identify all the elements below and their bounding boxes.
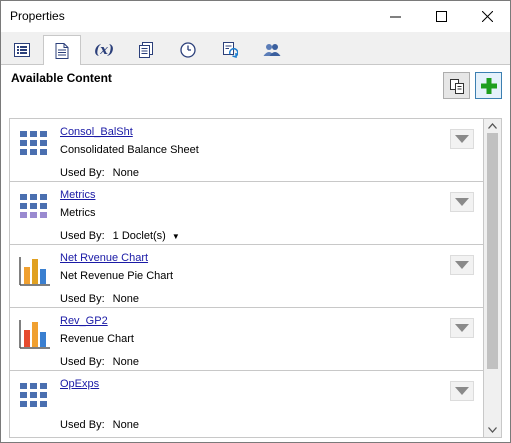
triangle-down-icon xyxy=(455,261,469,269)
maximize-button[interactable] xyxy=(418,1,464,32)
users-icon xyxy=(263,44,281,56)
content-description: Revenue Chart xyxy=(60,333,134,345)
item-menu-button[interactable] xyxy=(450,381,474,401)
used-by-label: Used By: xyxy=(60,356,105,368)
tab-report-pages[interactable] xyxy=(127,35,165,65)
add-content-button[interactable] xyxy=(475,72,502,99)
tab-schedule[interactable] xyxy=(169,35,207,65)
list-item: Metrics Metrics Used By: 1 Doclet(s) ▼ xyxy=(10,182,483,245)
caret-down-icon[interactable]: ▼ xyxy=(172,232,180,241)
used-by-label: Used By: xyxy=(60,230,105,242)
used-by-label: Used By: xyxy=(60,419,105,431)
triangle-down-icon xyxy=(455,135,469,143)
used-by-value: None xyxy=(112,419,139,431)
grid-icon xyxy=(20,383,47,407)
close-button[interactable] xyxy=(464,1,510,32)
used-by: Used By: None xyxy=(60,356,139,368)
list-item: OpExps Used By: None xyxy=(10,371,483,434)
list-item: Rev_GP2 Revenue Chart Used By: None xyxy=(10,308,483,371)
bar-chart-icon xyxy=(19,320,50,349)
item-menu-button[interactable] xyxy=(450,129,474,149)
variable-fx-icon: (x) xyxy=(93,42,115,58)
item-menu-button[interactable] xyxy=(450,255,474,275)
grid-icon xyxy=(20,131,47,155)
list-details-icon xyxy=(14,43,30,57)
grid-icon xyxy=(20,194,47,218)
clock-icon xyxy=(180,42,196,58)
scroll-down-button[interactable] xyxy=(484,423,501,437)
copy-icon xyxy=(449,78,464,94)
content-description: Metrics xyxy=(60,207,96,219)
refresh-document-icon xyxy=(223,42,238,58)
used-by: Used By: None xyxy=(60,167,139,179)
content-name-link[interactable]: Consol_BalSht xyxy=(60,126,133,138)
triangle-down-icon xyxy=(455,198,469,206)
used-by-value: None xyxy=(112,167,139,179)
minimize-icon xyxy=(389,16,401,18)
list-item: Consol_BalSht Consolidated Balance Sheet… xyxy=(10,119,483,182)
used-by: Used By: None xyxy=(60,419,139,431)
tab-variables[interactable]: (x) xyxy=(85,35,123,65)
triangle-down-icon xyxy=(455,387,469,395)
used-by: Used By: 1 Doclet(s) ▼ xyxy=(60,230,180,242)
close-icon xyxy=(481,11,493,22)
used-by-value: None xyxy=(112,293,139,305)
content-name-link[interactable]: Net Rvenue Chart xyxy=(60,252,148,264)
content-name-link[interactable]: OpExps xyxy=(60,378,99,390)
used-by-label: Used By: xyxy=(60,167,105,179)
used-by-dropdown[interactable]: 1 Doclet(s) xyxy=(113,230,166,242)
document-icon xyxy=(55,42,69,59)
tab-strip: (x) xyxy=(1,32,510,66)
properties-window: Properties (x) Available Content Consol_… xyxy=(0,0,511,443)
title-bar: Properties xyxy=(1,1,510,32)
used-by-label: Used By: xyxy=(60,293,105,305)
copy-content-button[interactable] xyxy=(443,72,470,99)
section-title: Available Content xyxy=(11,71,112,85)
content-description: Consolidated Balance Sheet xyxy=(60,144,199,156)
scrollbar-thumb[interactable] xyxy=(487,133,498,369)
used-by: Used By: None xyxy=(60,293,139,305)
minimize-button[interactable] xyxy=(372,1,418,32)
list-item: Net Rvenue Chart Net Revenue Pie Chart U… xyxy=(10,245,483,308)
report-pages-icon xyxy=(139,42,153,58)
scroll-up-button[interactable] xyxy=(484,119,501,133)
item-menu-button[interactable] xyxy=(450,192,474,212)
content-panel: Available Content Consol_BalSht Consolid… xyxy=(1,65,510,442)
plus-icon xyxy=(480,77,497,94)
tab-users[interactable] xyxy=(253,35,291,65)
chevron-up-icon xyxy=(488,123,497,129)
bar-chart-icon xyxy=(19,257,50,286)
tab-refresh[interactable] xyxy=(211,35,249,65)
item-menu-button[interactable] xyxy=(450,318,474,338)
chevron-down-icon xyxy=(488,427,497,433)
maximize-icon xyxy=(435,11,447,22)
used-by-value: None xyxy=(112,356,139,368)
content-list: Consol_BalSht Consolidated Balance Sheet… xyxy=(9,118,484,438)
vertical-scrollbar[interactable] xyxy=(484,118,502,438)
content-description: Net Revenue Pie Chart xyxy=(60,270,174,282)
window-title: Properties xyxy=(10,9,65,23)
triangle-down-icon xyxy=(455,324,469,332)
tab-list-details[interactable] xyxy=(3,35,41,65)
tab-document[interactable] xyxy=(43,35,81,66)
content-name-link[interactable]: Metrics xyxy=(60,189,95,201)
content-name-link[interactable]: Rev_GP2 xyxy=(60,315,108,327)
